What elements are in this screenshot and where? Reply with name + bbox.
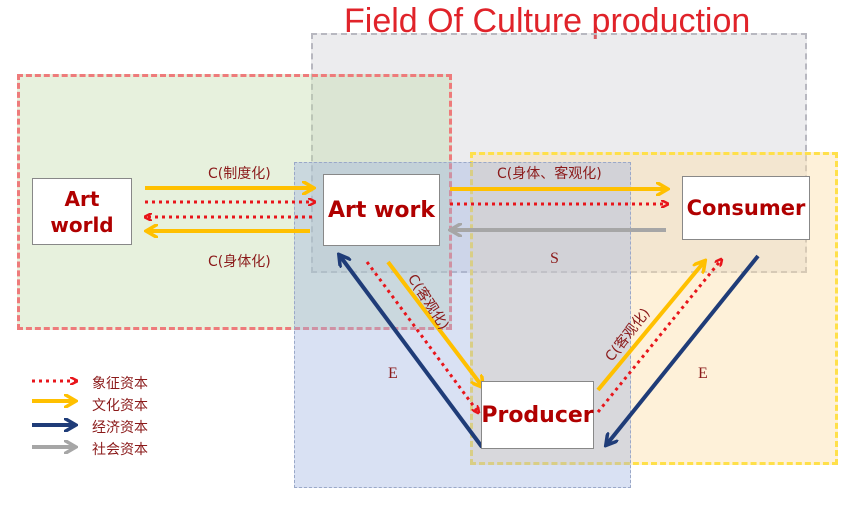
legend-label-economic: 经济资本	[92, 420, 148, 436]
label-social: S	[550, 250, 559, 267]
node-art-world: Art world	[32, 178, 132, 245]
node-art-world-label: Art world	[50, 186, 114, 237]
legend-label-social: 社会资本	[92, 442, 148, 458]
label-embodied-objectified: C(身体、客观化)	[497, 166, 602, 182]
legend-label-symbolic: 象征资本	[92, 376, 148, 392]
node-art-work: Art work	[323, 174, 440, 246]
label-institutional: C(制度化)	[208, 166, 271, 182]
node-consumer: Consumer	[682, 176, 810, 240]
node-producer: Producer	[481, 381, 594, 449]
label-economic-left: E	[388, 365, 398, 382]
node-consumer-label: Consumer	[686, 196, 806, 220]
arrow-cultural-to-consumer-up	[596, 262, 704, 392]
label-embodied: C(身体化)	[208, 254, 271, 270]
node-art-work-label: Art work	[328, 197, 435, 223]
label-economic-right: E	[698, 365, 708, 382]
legend-label-cultural: 文化资本	[92, 398, 148, 414]
node-producer-label: Producer	[481, 402, 594, 428]
